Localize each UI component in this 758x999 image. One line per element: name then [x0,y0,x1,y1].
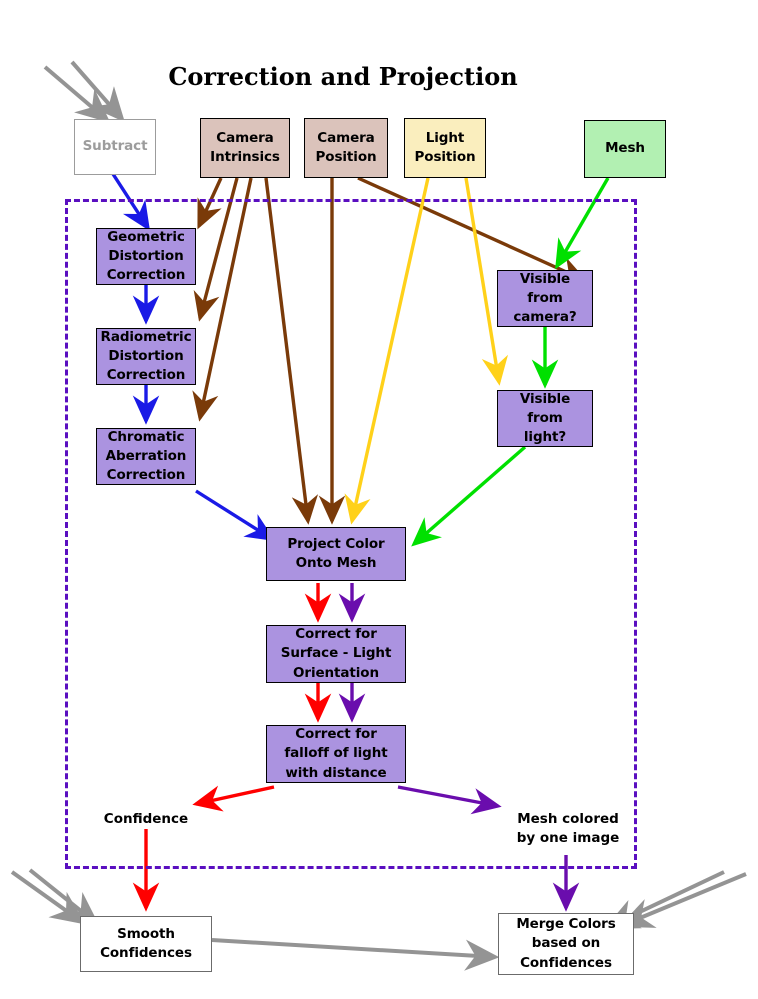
node-camera-intrinsics[interactable]: Camera Intrinsics [200,118,290,178]
node-project-color-onto-mesh[interactable]: Project Color Onto Mesh [266,527,406,581]
node-correct-falloff-of-light[interactable]: Correct for falloff of light with distance [266,725,406,783]
node-camera-position[interactable]: Camera Position [304,118,388,178]
label-confidence: Confidence [103,811,189,827]
node-chromatic-aberration-correction[interactable]: Chromatic Aberration Correction [96,428,196,485]
diagram-canvas: Correction and Projection Subtract Camer… [0,0,758,999]
node-merge-colors-based-on-confidences[interactable]: Merge Colors based on Confidences [498,913,634,975]
node-visible-from-light[interactable]: Visible from light? [497,390,593,447]
node-radiometric-distortion-correction[interactable]: Radiometric Distortion Correction [96,328,196,385]
page-title-text: Correction and Projection [168,62,518,91]
arrow-smooth-to-merge [211,938,500,971]
label-mesh-colored-by-one-image: Mesh colored by one image [516,811,620,847]
external-arrow-into-smooth-1 [10,870,86,925]
node-visible-from-camera[interactable]: Visible from camera? [497,270,593,327]
node-subtract[interactable]: Subtract [74,119,156,175]
node-smooth-confidences[interactable]: Smooth Confidences [80,916,212,972]
node-mesh[interactable]: Mesh [584,120,666,178]
node-light-position[interactable]: Light Position [404,118,486,178]
node-correct-surface-light-orientation[interactable]: Correct for Surface - Light Orientation [266,625,406,683]
page-title: Correction and Projection [0,62,758,91]
node-geometric-distortion-correction[interactable]: Geometric Distortion Correction [96,228,196,285]
external-arrow-into-merge-1 [618,872,747,928]
